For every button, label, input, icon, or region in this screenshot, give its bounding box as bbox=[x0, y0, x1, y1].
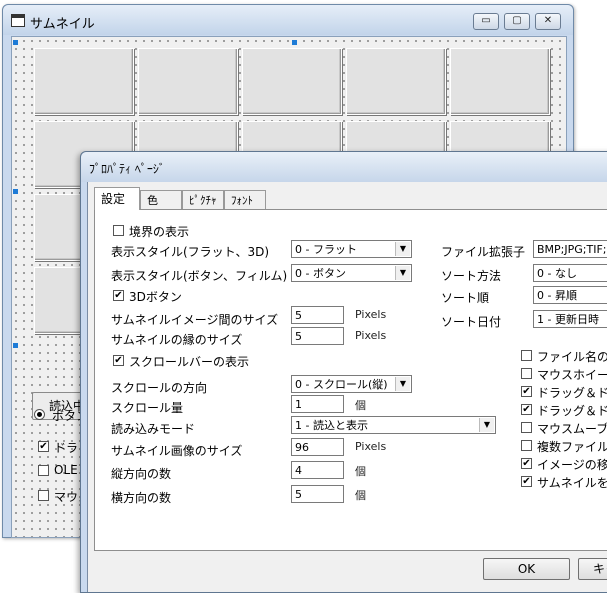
cols-input[interactable]: 5 bbox=[291, 485, 344, 503]
rows-input[interactable]: 4 bbox=[291, 461, 344, 479]
tab-picture[interactable]: ﾋﾟｸﾁｬ bbox=[182, 190, 224, 209]
sort-order-select[interactable]: 0 - 昇順 bbox=[533, 286, 607, 304]
load-mode-label: 読み込みモード bbox=[111, 422, 196, 436]
rows-unit: 個 bbox=[355, 465, 366, 478]
cols-label: 横方向の数 bbox=[111, 491, 172, 505]
dropdown-arrow-icon[interactable]: ▼ bbox=[479, 418, 494, 432]
window-app-icon bbox=[11, 14, 25, 27]
thumbnail-click-checkbox[interactable]: ✔ bbox=[521, 476, 532, 487]
maximize-button[interactable]: ▢ bbox=[504, 13, 530, 30]
mouse-wheel-checkbox[interactable] bbox=[521, 368, 532, 379]
multi-file-label: 複数ファイルの bbox=[537, 440, 607, 454]
drag-drop-label-2: ドラッグ＆ドロッ bbox=[537, 404, 607, 418]
image-move-label: イメージの移動 bbox=[537, 458, 607, 472]
drag-drop-checkbox-2[interactable]: ✔ bbox=[521, 404, 532, 415]
button-3d-label: 3Dボタン bbox=[129, 290, 182, 304]
selection-handle[interactable] bbox=[13, 343, 18, 348]
close-button[interactable]: ✕ bbox=[535, 13, 561, 30]
cancel-button[interactable]: キャ bbox=[578, 558, 607, 580]
image-size-label: サムネイル画像のサイズ bbox=[111, 444, 243, 458]
mouse-move-checkbox[interactable] bbox=[521, 422, 532, 433]
image-spacing-unit: Pixels bbox=[355, 308, 387, 321]
option-checkbox-list: ファイル名の表 マウスホイール ✔ ドラッグ＆ドロッ ✔ ドラッグ＆ドロッ マウ… bbox=[521, 350, 607, 510]
thumbnail-tile[interactable] bbox=[242, 48, 342, 115]
scroll-amount-input[interactable]: 1 bbox=[291, 395, 344, 413]
dropdown-arrow-icon[interactable]: ▼ bbox=[395, 242, 410, 256]
scroll-direction-select[interactable]: 0 - スクロール(縦) ▼ bbox=[291, 375, 412, 393]
scroll-direction-value: 0 - スクロール(縦) bbox=[295, 378, 388, 391]
thumbnail-click-label: サムネイルをク bbox=[537, 476, 607, 490]
window-title: サムネイル bbox=[30, 17, 95, 32]
image-spacing-input[interactable]: 5 bbox=[291, 306, 344, 324]
dialog-title: ﾌﾟﾛﾊﾟﾃｨ ﾍﾟｰｼﾞ bbox=[89, 162, 165, 176]
border-display-label: 境界の表示 bbox=[129, 225, 190, 239]
mouse-move-label: マウスムーブの bbox=[537, 422, 607, 436]
ole-checkbox[interactable] bbox=[38, 465, 49, 476]
mouse-wheel-label: マウスホイール bbox=[537, 368, 607, 382]
image-size-input[interactable]: 96 bbox=[291, 438, 344, 456]
dialog-title-bar[interactable]: ﾌﾟﾛﾊﾟﾃｨ ﾍﾟｰｼﾞ bbox=[81, 152, 607, 182]
display-style-button-label: 表示スタイル(ボタン、フィルム) bbox=[111, 269, 288, 283]
drag-drop-label-1: ドラッグ＆ドロッ bbox=[537, 386, 607, 400]
button-3d-checkbox[interactable]: ✔ bbox=[113, 290, 124, 301]
sort-order-label: ソート順 bbox=[441, 291, 490, 305]
minimize-button[interactable]: ▭ bbox=[473, 13, 499, 30]
tab-color[interactable]: 色 bbox=[140, 190, 182, 209]
drag-checkbox[interactable]: ✔ bbox=[38, 441, 49, 452]
load-mode-value: 1 - 読込と表示 bbox=[295, 419, 368, 432]
mouse-checkbox[interactable] bbox=[38, 490, 49, 501]
tab-font[interactable]: ﾌｫﾝﾄ bbox=[224, 190, 266, 209]
edge-size-unit: Pixels bbox=[355, 329, 387, 342]
display-style-flat-label: 表示スタイル(フラット、3D) bbox=[111, 245, 269, 259]
display-style-button-value: 0 - ボタン bbox=[295, 267, 346, 280]
thumbnail-tile[interactable] bbox=[450, 48, 550, 115]
rows-label: 縦方向の数 bbox=[111, 467, 172, 481]
cols-unit: 個 bbox=[355, 489, 366, 502]
scroll-direction-label: スクロールの方向 bbox=[111, 381, 208, 395]
button-radio[interactable] bbox=[34, 409, 45, 420]
selection-handle[interactable] bbox=[13, 40, 18, 45]
image-size-unit: Pixels bbox=[355, 440, 387, 453]
show-filename-label: ファイル名の表 bbox=[537, 350, 607, 364]
thumbnail-tile[interactable] bbox=[138, 48, 238, 115]
ok-button[interactable]: OK bbox=[483, 558, 570, 580]
file-ext-input[interactable]: BMP;JPG;TIF;P bbox=[533, 240, 607, 258]
settings-panel: 境界の表示 表示スタイル(フラット、3D) 0 - フラット ▼ 表示スタイル(… bbox=[94, 209, 607, 551]
border-display-checkbox[interactable] bbox=[113, 225, 124, 236]
drag-drop-checkbox-1[interactable]: ✔ bbox=[521, 386, 532, 397]
scrollbar-display-label: スクロールバーの表示 bbox=[129, 355, 250, 369]
load-mode-select[interactable]: 1 - 読込と表示 ▼ bbox=[291, 416, 496, 434]
dialog-body: 設定 色 ﾋﾟｸﾁｬ ﾌｫﾝﾄ 境界の表示 表示スタイル(フラット、3D) 0 … bbox=[87, 182, 607, 592]
sort-date-label: ソート日付 bbox=[441, 315, 502, 329]
selection-handle[interactable] bbox=[292, 40, 297, 45]
thumbnail-tile[interactable] bbox=[34, 48, 134, 115]
edge-size-label: サムネイルの縁のサイズ bbox=[111, 333, 243, 347]
dropdown-arrow-icon[interactable]: ▼ bbox=[395, 377, 410, 391]
property-page-dialog: ﾌﾟﾛﾊﾟﾃｨ ﾍﾟｰｼﾞ 設定 色 ﾋﾟｸﾁｬ ﾌｫﾝﾄ 境界の表示 表示スタ… bbox=[80, 151, 607, 593]
image-spacing-label: サムネイルイメージ間のサイズ bbox=[111, 313, 279, 327]
sort-method-label: ソート方法 bbox=[441, 269, 502, 283]
scroll-amount-unit: 個 bbox=[355, 399, 366, 412]
display-style-flat-value: 0 - フラット bbox=[295, 243, 357, 256]
sort-method-select[interactable]: 0 - なし bbox=[533, 264, 607, 282]
sort-date-select[interactable]: 1 - 更新日時 bbox=[533, 310, 607, 328]
file-ext-label: ファイル拡張子 bbox=[441, 245, 526, 259]
image-move-checkbox[interactable]: ✔ bbox=[521, 458, 532, 469]
ole-checkbox-label: OLE bbox=[54, 463, 78, 477]
show-filename-checkbox[interactable] bbox=[521, 350, 532, 361]
thumbnail-tile[interactable] bbox=[346, 48, 446, 115]
edge-size-input[interactable]: 5 bbox=[291, 327, 344, 345]
selection-handle[interactable] bbox=[13, 189, 18, 194]
multi-file-checkbox[interactable] bbox=[521, 440, 532, 451]
tab-settings[interactable]: 設定 bbox=[94, 187, 140, 210]
title-bar[interactable]: サムネイル ▭ ▢ ✕ bbox=[3, 5, 573, 35]
display-style-button-select[interactable]: 0 - ボタン ▼ bbox=[291, 264, 412, 282]
display-style-flat-select[interactable]: 0 - フラット ▼ bbox=[291, 240, 412, 258]
scroll-amount-label: スクロール量 bbox=[111, 401, 184, 415]
dropdown-arrow-icon[interactable]: ▼ bbox=[395, 266, 410, 280]
scrollbar-display-checkbox[interactable]: ✔ bbox=[113, 355, 124, 366]
